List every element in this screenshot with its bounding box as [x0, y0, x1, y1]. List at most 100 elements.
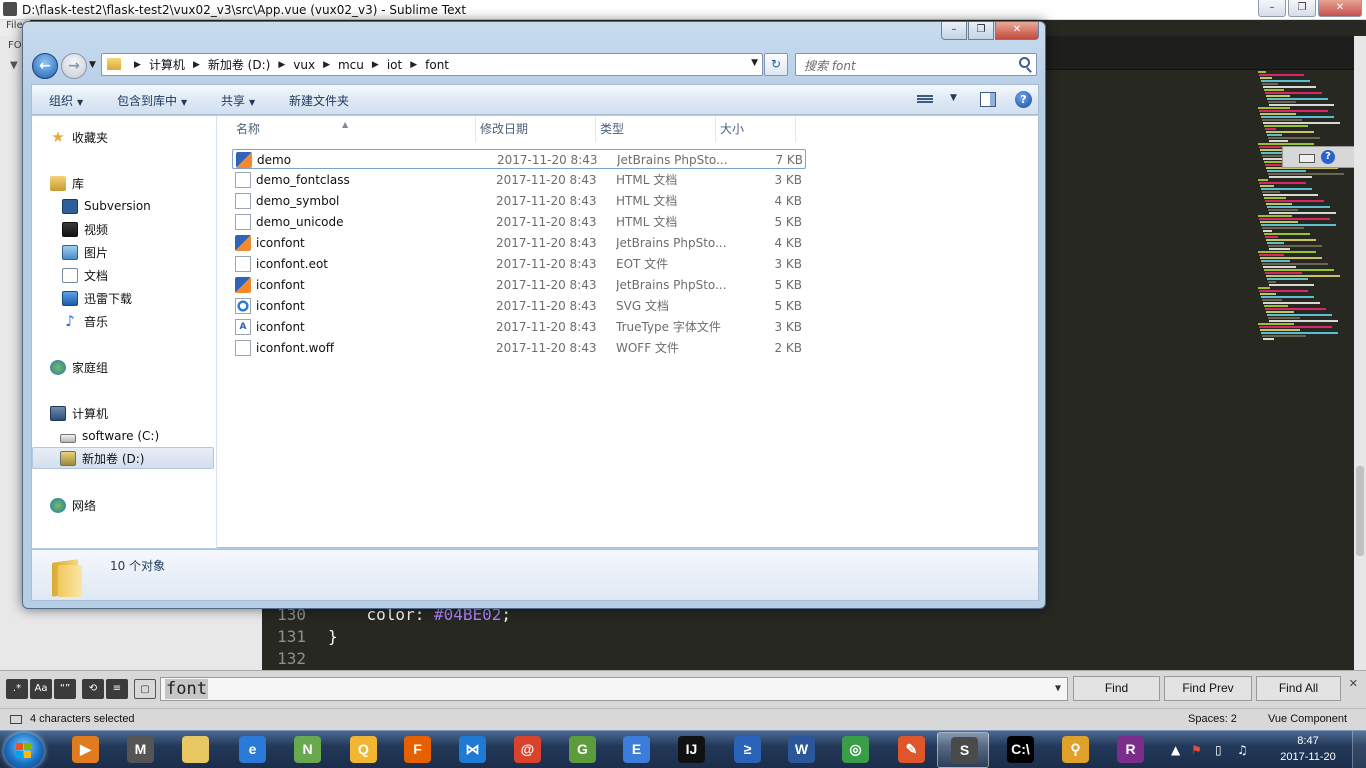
address-bar[interactable]: ▶ 计算机 ▶ 新加卷 (D:) ▶ vux ▶ mcu ▶ iot ▶ font ▼ — [101, 53, 763, 76]
preview-pane-icon[interactable] — [980, 92, 996, 107]
sidebar-expand-icon[interactable]: ▼ — [10, 60, 18, 71]
nav-subversion[interactable]: Subversion — [62, 195, 151, 217]
taskbar-powershell[interactable]: ≥ — [721, 732, 773, 768]
taskbar-markdown-editor[interactable]: M — [114, 732, 166, 768]
file-row[interactable]: demo_fontclass 2017-11-20 8:43 HTML 文档 3 KB — [232, 170, 806, 190]
clock[interactable]: 8:47 2017-11-20 — [1270, 733, 1346, 765]
explorer-minimize-button[interactable]: – — [941, 22, 967, 40]
regex-toggle[interactable]: .* — [6, 679, 28, 699]
taskbar-notepad-plus[interactable]: N — [281, 732, 333, 768]
minimize-button[interactable]: – — [1258, 0, 1286, 17]
nav-network[interactable]: 网络 — [50, 494, 96, 516]
minimap[interactable] — [1258, 70, 1354, 360]
file-row[interactable]: iconfont 2017-11-20 8:43 JetBrains PhpSto.… — [232, 233, 806, 253]
search-icon[interactable] — [1019, 57, 1030, 68]
file-row[interactable]: demo 2017-11-20 8:43 JetBrains PhpSto... 7 … — [232, 149, 806, 169]
view-dropdown-icon[interactable]: ▼ — [950, 93, 957, 103]
nav-favorites[interactable]: ★ 收藏夹 — [50, 126, 108, 148]
address-dropdown-icon[interactable]: ▼ — [751, 58, 758, 68]
case-sensitive-toggle[interactable]: Aa — [30, 679, 52, 699]
close-button[interactable]: ✕ — [1318, 0, 1362, 17]
find-all-button[interactable]: Find All — [1256, 676, 1341, 701]
breadcrumb-separator-icon[interactable]: ▶ — [193, 60, 200, 70]
close-find-icon[interactable]: ✕ — [1349, 677, 1358, 690]
highlight-matches-toggle-icon[interactable]: ▢ — [134, 679, 156, 699]
file-row[interactable]: Aiconfont 2017-11-20 8:43 TrueType 字体文件 3 K… — [232, 317, 806, 337]
taskbar-snail-app[interactable]: @ — [501, 732, 553, 768]
refresh-icon[interactable]: ↻ — [764, 53, 788, 76]
taskbar-chrome[interactable]: ◎ — [829, 732, 881, 768]
taskbar-winrar[interactable]: R — [1104, 732, 1156, 768]
nav-drive-c[interactable]: software (C:) — [60, 425, 159, 447]
taskbar-intellij-idea[interactable]: IJ — [665, 732, 717, 768]
taskbar-pen-app[interactable]: ✎ — [885, 732, 937, 768]
show-hidden-icons-icon[interactable]: ▲ — [1171, 743, 1180, 757]
indentation-status[interactable]: Spaces: 2 — [1188, 709, 1237, 729]
taskbar-command-prompt[interactable]: C:\ — [994, 732, 1046, 768]
nav-drive-d[interactable]: 新加卷 (D:) — [32, 447, 214, 469]
nav-computer[interactable]: 计算机 — [50, 402, 108, 424]
taskbar-internet-explorer[interactable]: e — [226, 732, 278, 768]
breadcrumb-separator-icon[interactable]: ▶ — [323, 60, 330, 70]
nav-pictures[interactable]: 图片 — [62, 241, 108, 263]
whole-word-toggle[interactable]: “” — [54, 679, 76, 699]
column-header-type[interactable]: 类型 — [596, 116, 716, 142]
new-folder-button[interactable]: 新建文件夹 — [289, 92, 349, 109]
battery-icon[interactable]: ▯ — [1215, 743, 1222, 757]
maximize-button[interactable]: ❐ — [1288, 0, 1316, 17]
search-input[interactable]: 搜索 font — [795, 53, 1037, 76]
breadcrumb-item[interactable]: font — [425, 58, 449, 72]
breadcrumb-item[interactable]: mcu — [338, 58, 364, 72]
taskbar-visual-studio-code[interactable]: ⋈ — [446, 732, 498, 768]
nav-documents[interactable]: 文档 — [62, 264, 108, 286]
column-header-modified[interactable]: 修改日期 — [476, 116, 596, 142]
taskbar-xshell[interactable]: E — [610, 732, 662, 768]
forward-arrow-icon[interactable]: → — [61, 53, 87, 79]
breadcrumb-separator-icon[interactable]: ▶ — [278, 60, 285, 70]
file-row[interactable]: iconfont 2017-11-20 8:43 SVG 文档 5 KB — [232, 296, 806, 316]
nav-libraries[interactable]: 库 — [50, 172, 84, 194]
taskbar-gadget-app[interactable]: G — [556, 732, 608, 768]
breadcrumb-item[interactable]: 新加卷 (D:) — [208, 56, 270, 73]
column-header-name[interactable]: 名称 ▲ — [218, 116, 476, 142]
find-prev-button[interactable]: Find Prev — [1164, 676, 1252, 701]
taskbar-qq[interactable]: Q — [337, 732, 389, 768]
include-in-library-button[interactable]: 包含到库中 ▼ — [117, 92, 187, 109]
nav-music[interactable]: ♪ 音乐 — [62, 310, 108, 332]
breadcrumb-separator-icon[interactable]: ▶ — [134, 60, 141, 70]
file-row[interactable]: demo_symbol 2017-11-20 8:43 HTML 文档 4 KB — [232, 191, 806, 211]
find-history-dropdown-icon[interactable]: ▼ — [1055, 678, 1061, 700]
breadcrumb-item[interactable]: 计算机 — [149, 56, 185, 73]
syntax-status[interactable]: Vue Component — [1268, 709, 1347, 729]
column-header-size[interactable]: 大小 — [716, 116, 796, 142]
file-row[interactable]: iconfont 2017-11-20 8:43 JetBrains PhpSto.… — [232, 275, 806, 295]
in-selection-toggle-icon[interactable]: ≡ — [106, 679, 128, 699]
find-button[interactable]: Find — [1073, 676, 1160, 701]
panel-toggle-icon[interactable] — [10, 715, 22, 724]
show-desktop-button[interactable] — [1352, 731, 1366, 768]
recent-pages-dropdown-icon[interactable]: ▼ — [89, 60, 96, 70]
menu-file[interactable]: File — [6, 20, 23, 31]
explorer-maximize-button[interactable]: ❐ — [968, 22, 994, 40]
explorer-close-button[interactable]: ✕ — [995, 22, 1039, 40]
taskbar-firefox[interactable]: F — [391, 732, 443, 768]
organize-button[interactable]: 组织 ▼ — [49, 92, 83, 109]
network-warning-icon[interactable]: ⚑ — [1191, 743, 1202, 757]
help-icon[interactable]: ? — [1015, 91, 1032, 108]
taskbar-media-player[interactable]: ▶ — [59, 732, 111, 768]
start-button[interactable] — [4, 733, 44, 768]
breadcrumb-separator-icon[interactable]: ▶ — [410, 60, 417, 70]
volume-icon[interactable]: ♫ — [1237, 743, 1248, 757]
back-arrow-icon[interactable]: ← — [32, 53, 58, 79]
breadcrumb-item[interactable]: vux — [293, 58, 315, 72]
taskbar-file-explorer[interactable] — [169, 732, 221, 768]
help-icon[interactable]: ? — [1321, 150, 1335, 164]
scrollbar-thumb[interactable] — [1356, 466, 1364, 556]
taskbar-search-app[interactable]: ⚲ — [1049, 732, 1101, 768]
file-row[interactable]: iconfont.woff 2017-11-20 8:43 WOFF 文件 2 KB — [232, 338, 806, 358]
view-options-icon[interactable] — [917, 94, 933, 106]
file-row[interactable]: iconfont.eot 2017-11-20 8:43 EOT 文件 3 KB — [232, 254, 806, 274]
nav-videos[interactable]: 视频 — [62, 218, 108, 240]
find-input[interactable]: font ▼ — [160, 677, 1068, 701]
keyboard-icon[interactable] — [1299, 154, 1315, 163]
